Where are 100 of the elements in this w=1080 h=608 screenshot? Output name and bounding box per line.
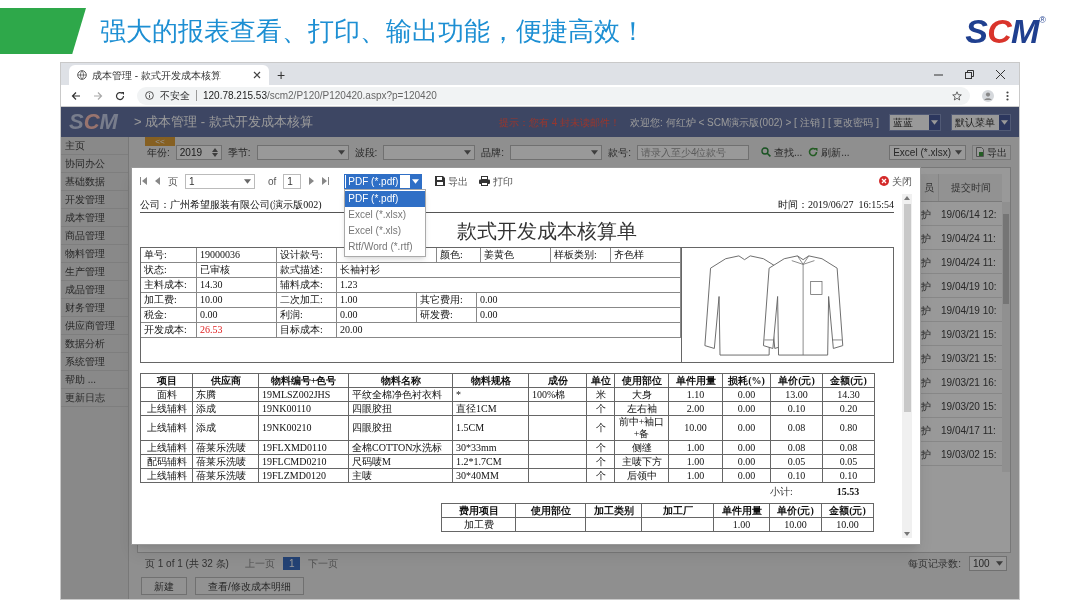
field-value: 0.00 [197, 308, 277, 322]
page-button[interactable]: 1 [282, 556, 301, 570]
address-bar[interactable]: 不安全 120.78.215.53/scm2/P120/P120420.aspx?p=120420 [137, 86, 970, 105]
sidebar-item[interactable]: 数据分析 [61, 335, 128, 353]
field-value: 10.00 [197, 293, 277, 307]
action-button[interactable]: 新建 [141, 577, 187, 595]
caret-icon [955, 149, 962, 155]
action-button[interactable]: 查看/修改成本明细 [195, 577, 304, 595]
back-icon[interactable] [71, 90, 81, 101]
globe-icon [77, 70, 87, 80]
sidebar-item[interactable]: 帮助 ... [61, 371, 128, 389]
dropdown-option[interactable]: Excel (*.xls) [345, 222, 426, 239]
format-select[interactable]: PDF (*.pdf) [344, 173, 423, 189]
field-value: 已审核 [197, 263, 277, 277]
table-cell: 0.00 [722, 440, 771, 455]
column-header: 供应商 [192, 373, 259, 388]
export-button[interactable]: 导出 [972, 144, 1011, 160]
scrollbar[interactable] [1002, 202, 1010, 472]
column-header: 加工类别 [585, 503, 642, 518]
search-button[interactable]: 查找... [760, 144, 803, 160]
table-cell: 0.10 [770, 468, 823, 483]
column-header: 金额(元) [821, 503, 874, 518]
close-icon[interactable] [996, 69, 1005, 79]
sidebar-item[interactable]: 系统管理 [61, 353, 128, 371]
welcome-text: 欢迎您: 何红炉 < SCM演示版(002) > [ 注销 ] [ 更改密码 ] [630, 115, 879, 130]
table-cell: 0.08 [770, 440, 823, 455]
table-cell-text: 护 [920, 328, 932, 342]
caret-icon [412, 178, 420, 184]
table-cell: 0.00 [722, 387, 771, 402]
dropdown-option[interactable]: Rtf/Word (*.rtf) [345, 238, 426, 255]
filter-select[interactable] [510, 144, 603, 160]
next-page-icon[interactable] [308, 177, 316, 185]
star-icon[interactable] [952, 90, 962, 101]
theme-select[interactable]: 蓝蓝 [889, 113, 941, 131]
sidebar-item[interactable]: 开发管理 [61, 191, 128, 209]
sidebar-item[interactable]: 协同办公 [61, 155, 128, 173]
table-cell: 19MLSZ002JHS [258, 387, 349, 402]
page-size-select[interactable]: 100 [969, 555, 1007, 571]
sidebar-item[interactable]: 更新日志 [61, 389, 128, 407]
column-header: 损耗(%) [722, 373, 771, 388]
close-button[interactable]: 关闭 [879, 173, 912, 189]
field-label: 单号: [141, 248, 197, 262]
print-button[interactable]: 打印 [479, 173, 514, 189]
dropdown-option[interactable]: Excel (*.xlsx) [345, 206, 426, 223]
sidebar-item[interactable]: 物料管理 [61, 245, 128, 263]
table-cell: 四眼胶扭 [348, 415, 453, 441]
table-cell: 前中+袖口+备 [614, 415, 669, 441]
sidebar-item[interactable]: 财务管理 [61, 299, 128, 317]
table-cell: 添成 [192, 415, 259, 441]
table-cell: 0.05 [770, 454, 823, 469]
new-tab-button[interactable]: + [277, 68, 286, 82]
save-icon [435, 176, 446, 186]
menu-icon[interactable] [1006, 90, 1009, 101]
previous-page-icon[interactable] [154, 177, 161, 185]
first-page-icon[interactable] [140, 177, 147, 185]
report-time: 时间：2019/06/27 16:15:54 [777, 198, 894, 212]
sidebar-item[interactable]: 生产管理 [61, 263, 128, 281]
field-value: 长袖衬衫 [337, 263, 681, 277]
sidebar-item[interactable]: 成本管理 [61, 209, 128, 227]
menu-select[interactable]: 默认菜单 [951, 113, 1011, 131]
export-format-select[interactable]: Excel (*.xlsx) [889, 144, 966, 160]
page-select[interactable]: 1 [185, 173, 255, 189]
sidebar-item[interactable]: 成品管理 [61, 281, 128, 299]
close-icon[interactable] [253, 71, 261, 79]
column-header: 金额(元) [822, 373, 875, 388]
table-cell: 个 [586, 468, 615, 483]
field-value: 20.00 [337, 323, 681, 337]
avatar-icon[interactable] [982, 89, 994, 102]
field-value: 1.23 [337, 278, 681, 292]
total-pages-field: 1 [283, 173, 302, 189]
table-cell: 2.00 [668, 401, 723, 416]
sidebar-item[interactable]: 供应商管理 [61, 317, 128, 335]
last-page-icon[interactable] [322, 177, 330, 185]
table-cell: 上线辅料 [140, 415, 193, 441]
refresh-icon [808, 147, 819, 157]
caret-icon [931, 119, 938, 125]
year-field[interactable]: 2019 [175, 144, 222, 160]
reload-icon[interactable] [115, 90, 125, 101]
column-header: 单价(元) [770, 373, 823, 388]
table-cell-text: 护 [920, 304, 932, 318]
url-text: 120.78.215.53/scm2/P120/P120420.aspx?p=120420 [203, 89, 437, 103]
table-cell: 直径1CM [452, 401, 529, 416]
table-cell: 配码辅料 [140, 454, 193, 469]
field-label: 研发费: [417, 308, 477, 322]
restore-icon[interactable] [965, 69, 974, 79]
table-cell: 13.00 [770, 387, 823, 402]
scrollbar[interactable] [902, 194, 912, 538]
forward-icon[interactable] [93, 90, 103, 101]
filter-select[interactable] [383, 144, 476, 160]
column-header[interactable]: 提交时间 [938, 174, 1002, 201]
export-button[interactable]: 导出 [435, 173, 469, 189]
browser-tab[interactable]: 成本管理 - 款式开发成本核算 [69, 65, 269, 85]
column-header: 物料规格 [452, 373, 529, 388]
field-label: 利润: [277, 308, 337, 322]
sidebar-item[interactable]: 商品管理 [61, 227, 128, 245]
sidebar-item[interactable]: 基础数据 [61, 173, 128, 191]
filter-select[interactable] [256, 144, 349, 160]
refresh-button[interactable]: 刷新... [808, 144, 850, 160]
dropdown-option[interactable]: PDF (*.pdf) [345, 190, 426, 207]
sidebar-item[interactable]: 主页 [61, 137, 128, 155]
